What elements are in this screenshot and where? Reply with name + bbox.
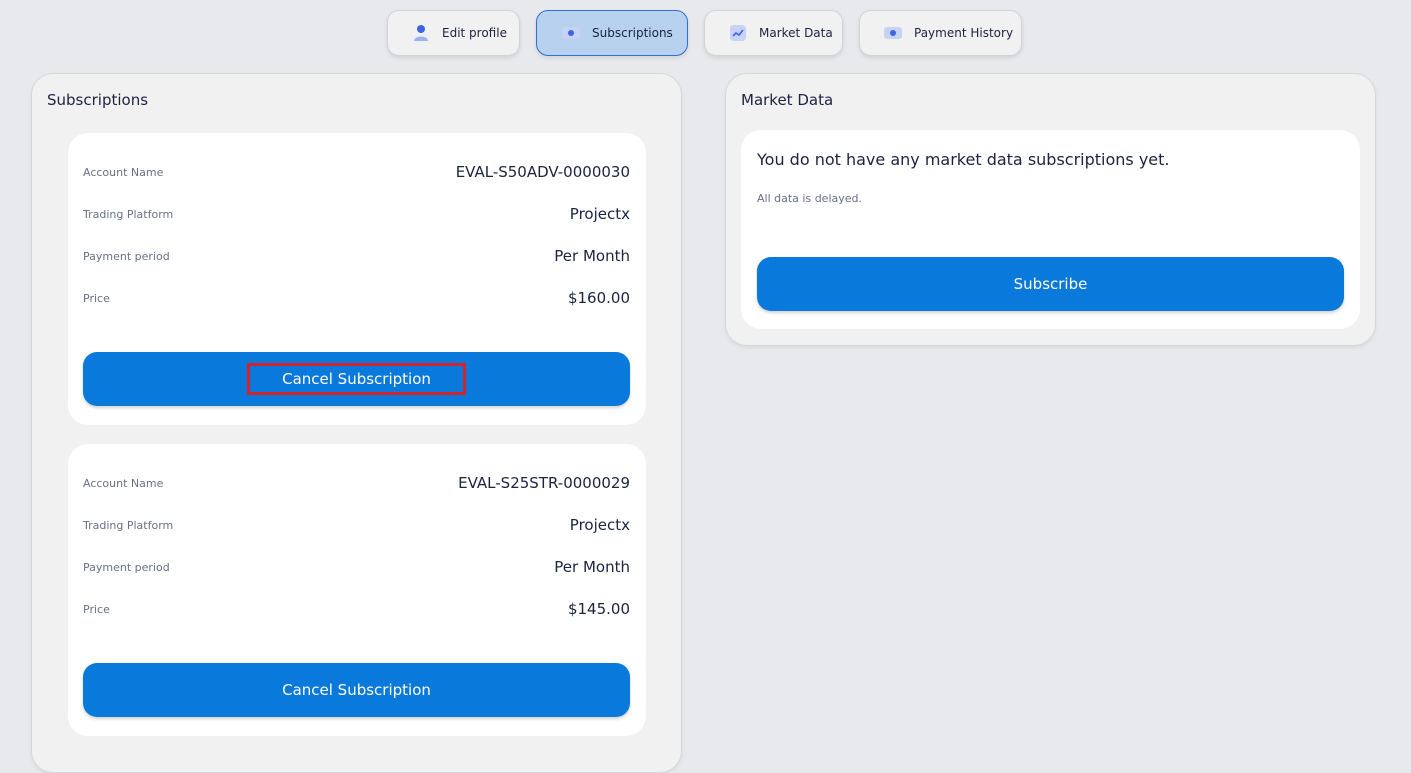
row-value: $145.00 [567, 600, 630, 618]
delay-note: All data is delayed. [757, 192, 862, 205]
trading-platform-row: Trading Platform Projectx [83, 513, 630, 537]
row-value: Per Month [554, 558, 630, 576]
user-icon [410, 22, 432, 44]
row-label: Trading Platform [83, 207, 174, 221]
row-value: $160.00 [567, 289, 630, 307]
empty-state-message: You do not have any market data subscrip… [757, 150, 1170, 169]
tab-label: Edit profile [442, 26, 507, 40]
payment-period-row: Payment period Per Month [83, 555, 630, 579]
ticket-icon [882, 22, 904, 44]
account-name-row: Account Name EVAL-S25STR-0000029 [83, 471, 630, 495]
panel-title: Market Data [741, 91, 834, 109]
payment-period-row: Payment period Per Month [83, 244, 630, 268]
tab-edit-profile[interactable]: Edit profile [387, 10, 520, 56]
trading-platform-row: Trading Platform Projectx [83, 202, 630, 226]
row-value: Projectx [569, 205, 630, 223]
row-label: Account Name [83, 165, 164, 179]
button-label: Cancel Subscription [282, 681, 431, 699]
row-label: Trading Platform [83, 518, 174, 532]
row-value: Projectx [569, 516, 630, 534]
account-name-row: Account Name EVAL-S50ADV-0000030 [83, 160, 630, 184]
tab-market-data[interactable]: Market Data [704, 10, 843, 56]
market-data-panel: Market Data You do not have any market d… [725, 73, 1376, 346]
row-label: Account Name [83, 476, 164, 490]
row-value: EVAL-S25STR-0000029 [458, 474, 630, 492]
row-label: Price [83, 291, 110, 305]
ticket-icon [560, 22, 582, 44]
row-label: Payment period [83, 560, 170, 574]
cancel-subscription-button[interactable]: Cancel Subscription [83, 352, 630, 406]
subscriptions-panel: Subscriptions Account Name EVAL-S50ADV-0… [31, 73, 682, 773]
button-label: Cancel Subscription [247, 363, 466, 395]
tab-payment-history[interactable]: Payment History [859, 10, 1022, 56]
cancel-subscription-button[interactable]: Cancel Subscription [83, 663, 630, 717]
row-label: Price [83, 602, 110, 616]
row-value: EVAL-S50ADV-0000030 [455, 163, 630, 181]
tab-subscriptions[interactable]: Subscriptions [536, 10, 688, 56]
chart-line-icon [727, 22, 749, 44]
subscription-card: Account Name EVAL-S25STR-0000029 Trading P… [68, 444, 646, 736]
subscribe-button[interactable]: Subscribe [757, 257, 1344, 311]
price-row: Price $160.00 [83, 286, 630, 310]
tab-label: Market Data [759, 26, 833, 40]
row-value: Per Month [554, 247, 630, 265]
price-row: Price $145.00 [83, 597, 630, 621]
market-data-card: You do not have any market data subscrip… [741, 130, 1360, 329]
subscription-card: Account Name EVAL-S50ADV-0000030 Trading… [68, 133, 646, 425]
row-label: Payment period [83, 249, 170, 263]
tab-label: Subscriptions [592, 26, 673, 40]
button-label: Subscribe [1013, 275, 1088, 293]
panel-title: Subscriptions [47, 91, 149, 109]
tab-label: Payment History [914, 26, 1014, 40]
